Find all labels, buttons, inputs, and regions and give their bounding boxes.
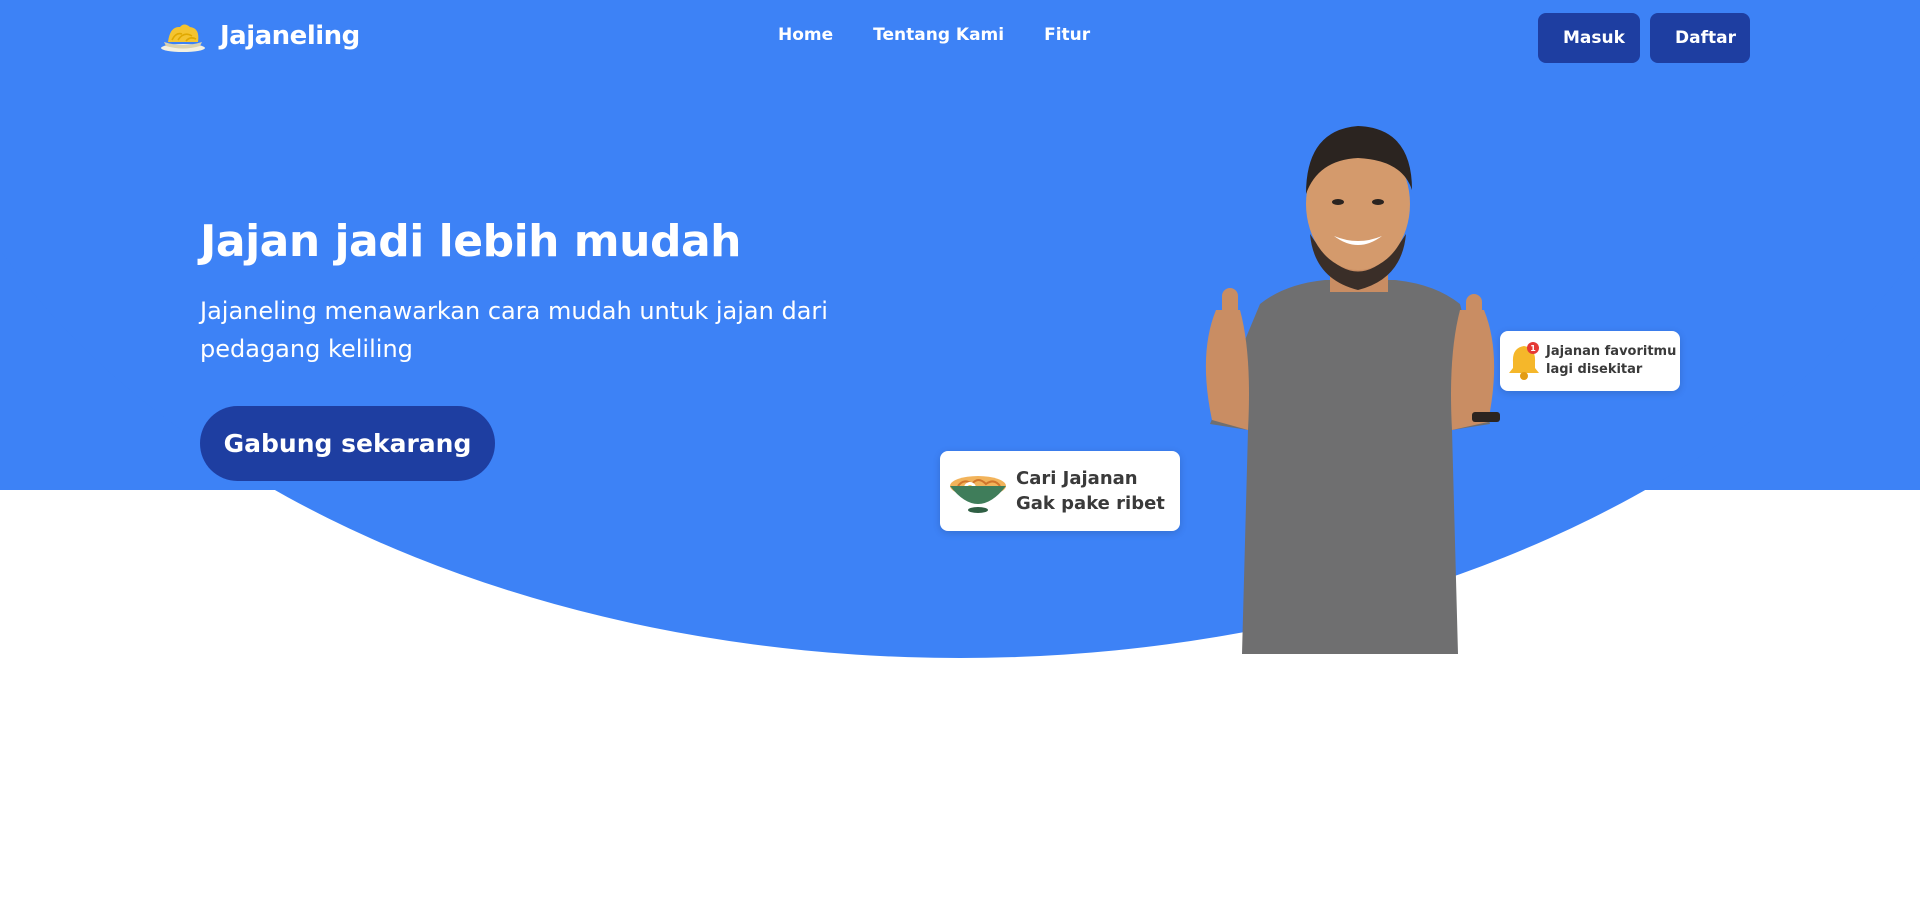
notify-card-text: Jajanan favoritmu lagi disekitar — [1546, 343, 1676, 379]
join-now-button[interactable]: Gabung sekarang — [200, 406, 495, 481]
top-navigation: Jajaneling Home Tentang Kami Fitur Masuk… — [0, 0, 1920, 78]
notify-card-line2: lagi disekitar — [1546, 362, 1643, 377]
brand-name: Jajaneling — [220, 21, 360, 51]
nav-fitur[interactable]: Fitur — [1044, 25, 1090, 45]
auth-buttons: Masuk Daftar — [1538, 13, 1750, 63]
food-search-card: Cari Jajanan Gak pake ribet — [940, 451, 1180, 531]
nav-home[interactable]: Home — [778, 25, 833, 45]
food-card-text: Cari Jajanan Gak pake ribet — [1016, 466, 1165, 516]
noodle-bowl-icon — [948, 466, 1008, 516]
nav-tentang-kami[interactable]: Tentang Kami — [873, 25, 1004, 45]
brand-link[interactable]: Jajaneling — [160, 18, 360, 54]
hero-subline: Jajaneling menawarkan cara mudah untuk j… — [200, 297, 828, 363]
landing-page: Jajaneling Home Tentang Kami Fitur Masuk… — [0, 0, 1920, 924]
nearby-notification-card: 1 Jajanan favoritmu lagi disekitar — [1500, 331, 1680, 391]
food-card-line1: Cari Jajanan — [1016, 468, 1138, 489]
hero-headline: Jajan jadi lebih mudah — [200, 216, 741, 267]
notification-badge: 1 — [1530, 344, 1536, 353]
noodle-bowl-icon — [160, 18, 206, 54]
register-button[interactable]: Daftar — [1650, 13, 1750, 63]
bell-icon: 1 — [1504, 340, 1544, 382]
food-card-line2: Gak pake ribet — [1016, 493, 1165, 514]
login-button[interactable]: Masuk — [1538, 13, 1640, 63]
notify-card-line1: Jajanan favoritmu — [1546, 344, 1677, 359]
main-nav: Home Tentang Kami Fitur — [778, 25, 1090, 45]
